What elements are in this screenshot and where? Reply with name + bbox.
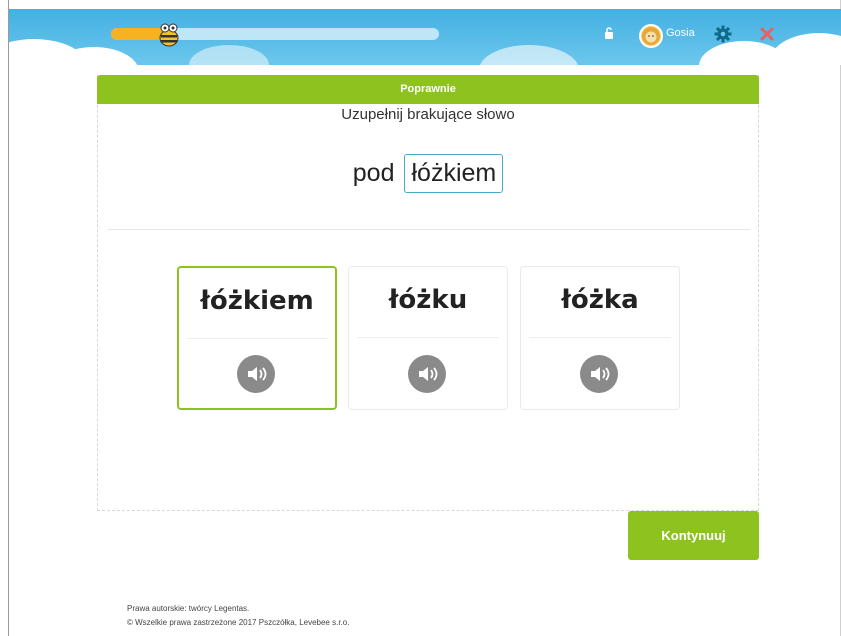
cloud-decoration <box>479 45 579 65</box>
option-word: łóżku <box>388 285 468 315</box>
divider <box>108 229 750 230</box>
sentence-prefix: pod <box>352 158 395 187</box>
lock-icon[interactable] <box>603 26 615 40</box>
option-card[interactable]: łóżka <box>520 266 680 410</box>
instruction-text: Uzupełnij brakujące słowo <box>341 106 515 123</box>
top-bar: Gosia <box>9 9 841 65</box>
gear-icon[interactable] <box>714 25 732 43</box>
lion-avatar-icon <box>642 27 660 45</box>
audio-button[interactable] <box>408 355 446 393</box>
option-word: łóżka <box>561 285 639 315</box>
option-word: łóżkiem <box>200 286 314 316</box>
answer-field[interactable]: łóżkiem <box>404 153 504 193</box>
option-divider <box>529 337 671 338</box>
status-banner: Poprawnie <box>97 75 759 104</box>
footer: Prawa autorskie: twórcy Legentas. © Wsze… <box>127 602 349 630</box>
cloud-decoration <box>189 45 269 65</box>
option-card[interactable]: łóżku <box>348 266 508 410</box>
cloud-decoration <box>769 33 841 65</box>
bee-mascot-icon <box>159 23 179 47</box>
speaker-icon <box>591 367 610 381</box>
audio-button[interactable] <box>580 355 618 393</box>
window-left-border <box>8 0 9 636</box>
audio-button[interactable] <box>237 355 275 393</box>
close-icon[interactable] <box>759 26 775 42</box>
option-card[interactable]: łóżkiem <box>177 266 337 410</box>
username-label[interactable]: Gosia <box>666 27 695 39</box>
speaker-icon <box>248 367 267 381</box>
option-divider <box>187 338 327 339</box>
copyright-line: Prawa autorskie: twórcy Legentas. <box>127 604 250 613</box>
avatar[interactable] <box>639 24 663 48</box>
continue-button[interactable]: Kontynuuj <box>628 511 759 560</box>
sentence: pod łóżkiem <box>97 150 759 196</box>
rights-line: © Wszelkie prawa zastrzeżone 2017 Pszczó… <box>127 618 350 627</box>
speaker-icon <box>419 367 438 381</box>
option-divider <box>357 337 499 338</box>
